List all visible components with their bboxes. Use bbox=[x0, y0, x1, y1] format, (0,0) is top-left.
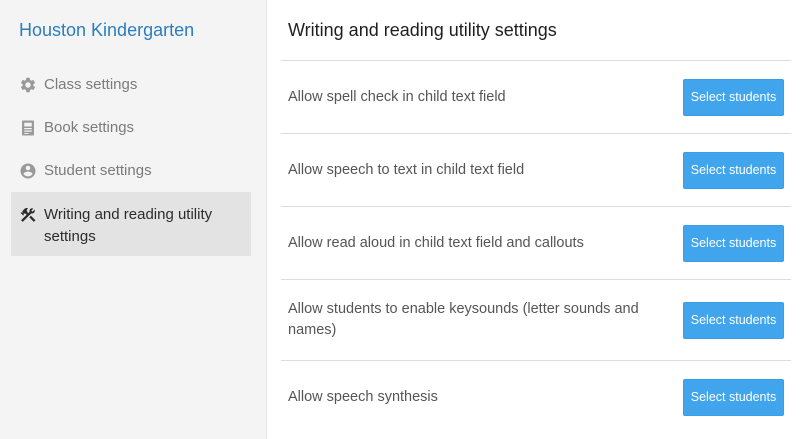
book-icon bbox=[19, 119, 37, 137]
setting-label: Allow spell check in child text field bbox=[288, 88, 506, 105]
setting-row-keysounds: Allow students to enable keysounds (lett… bbox=[281, 279, 791, 360]
tools-icon bbox=[19, 206, 37, 224]
setting-row-speech-to-text: Allow speech to text in child text field… bbox=[281, 133, 791, 206]
sidebar-item-book-settings[interactable]: Book settings bbox=[11, 106, 251, 149]
setting-row-read-aloud: Allow read aloud in child text field and… bbox=[281, 206, 791, 279]
page-title: Writing and reading utility settings bbox=[288, 20, 557, 40]
gear-icon bbox=[19, 76, 37, 94]
setting-label: Allow speech to text in child text field bbox=[288, 161, 525, 178]
school-name: Houston Kindergarten bbox=[19, 20, 195, 40]
setting-row-spell-check: Allow spell check in child text field Se… bbox=[281, 60, 791, 133]
sidebar-item-label: Writing and reading utility settings bbox=[44, 206, 213, 245]
sidebar-item-label: Book settings bbox=[44, 119, 135, 136]
select-students-button[interactable]: Select students bbox=[683, 151, 784, 189]
sidebar-item-class-settings[interactable]: Class settings bbox=[11, 63, 251, 106]
sidebar-item-label: Student settings bbox=[44, 162, 152, 179]
main-content: Writing and reading utility settings All… bbox=[267, 0, 800, 439]
sidebar-item-writing-reading-utility[interactable]: Writing and reading utility settings bbox=[11, 192, 251, 256]
select-students-button[interactable]: Select students bbox=[683, 378, 784, 416]
person-icon bbox=[19, 162, 37, 180]
setting-label: Allow read aloud in child text field and… bbox=[288, 234, 584, 251]
select-students-button[interactable]: Select students bbox=[683, 301, 784, 339]
select-students-button[interactable]: Select students bbox=[683, 78, 784, 116]
sidebar-item-student-settings[interactable]: Student settings bbox=[11, 149, 251, 192]
setting-label: Allow speech synthesis bbox=[288, 388, 438, 405]
setting-label: Allow students to enable keysounds (lett… bbox=[288, 301, 639, 338]
app-root: Houston Kindergarten Class settings Book… bbox=[0, 0, 800, 439]
select-students-button[interactable]: Select students bbox=[683, 224, 784, 262]
setting-row-speech-synthesis: Allow speech synthesis Select students bbox=[281, 360, 791, 433]
sidebar: Houston Kindergarten Class settings Book… bbox=[0, 0, 267, 439]
settings-list: Allow spell check in child text field Se… bbox=[281, 60, 791, 433]
sidebar-item-label: Class settings bbox=[44, 76, 138, 93]
